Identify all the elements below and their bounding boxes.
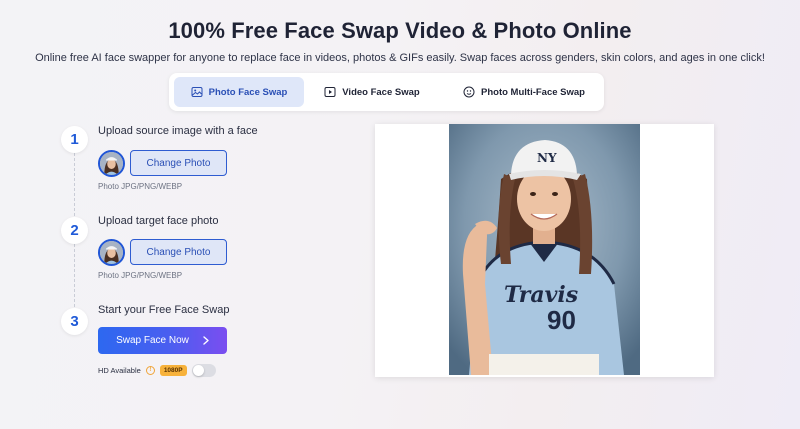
cap-logo: NY: [537, 151, 557, 165]
target-format-hint: Photo JPG/PNG/WEBP: [98, 271, 183, 280]
source-format-hint: Photo JPG/PNG/WEBP: [98, 182, 183, 191]
target-face-thumbnail: [100, 241, 123, 264]
change-source-photo-button[interactable]: Change Photo: [130, 150, 227, 176]
resolution-badge: 1080P: [159, 364, 187, 376]
tab-video-face-swap[interactable]: Video Face Swap: [317, 77, 427, 107]
tab-label: Photo Face Swap: [208, 86, 288, 98]
jersey-number: 90: [547, 305, 576, 335]
preview-image: Travis 90 NY: [449, 124, 640, 375]
multi-face-icon: [463, 86, 475, 98]
swap-button-label: Swap Face Now: [116, 335, 189, 346]
page-title: 100% Free Face Swap Video & Photo Online: [168, 18, 632, 43]
info-icon[interactable]: !: [145, 365, 155, 375]
page-subtitle: Online free AI face swapper for anyone t…: [35, 52, 765, 64]
step-connector: [74, 244, 75, 307]
tab-label: Photo Multi-Face Swap: [481, 86, 585, 98]
source-face-thumbnail: [100, 152, 123, 175]
step-title-1: Upload source image with a face: [98, 125, 258, 137]
mode-tabs: Photo Face Swap Video Face Swap Photo Mu…: [169, 73, 604, 111]
tab-photo-face-swap[interactable]: Photo Face Swap: [174, 77, 304, 107]
swap-face-now-button[interactable]: Swap Face Now: [98, 327, 227, 354]
change-target-photo-button[interactable]: Change Photo: [130, 239, 227, 265]
chevron-right-icon: [203, 336, 209, 345]
hd-toggle[interactable]: [191, 363, 216, 377]
step-title-3: Start your Free Face Swap: [98, 304, 230, 316]
tab-photo-multi-face-swap[interactable]: Photo Multi-Face Swap: [454, 77, 594, 107]
image-icon: [191, 87, 203, 97]
video-icon: [324, 87, 336, 97]
step-connector: [74, 153, 75, 216]
preview-panel: Travis 90 NY: [375, 124, 714, 377]
source-avatar[interactable]: [98, 150, 125, 177]
target-avatar[interactable]: [98, 239, 125, 266]
step-number-3: 3: [61, 308, 88, 335]
tab-label: Video Face Swap: [342, 86, 420, 98]
hd-option-row: HD Available ! 1080P: [98, 362, 216, 378]
step-number-1: 1: [61, 126, 88, 153]
hd-label: HD Available: [98, 365, 141, 375]
step-title-2: Upload target face photo: [98, 215, 219, 227]
step-number-2: 2: [61, 217, 88, 244]
